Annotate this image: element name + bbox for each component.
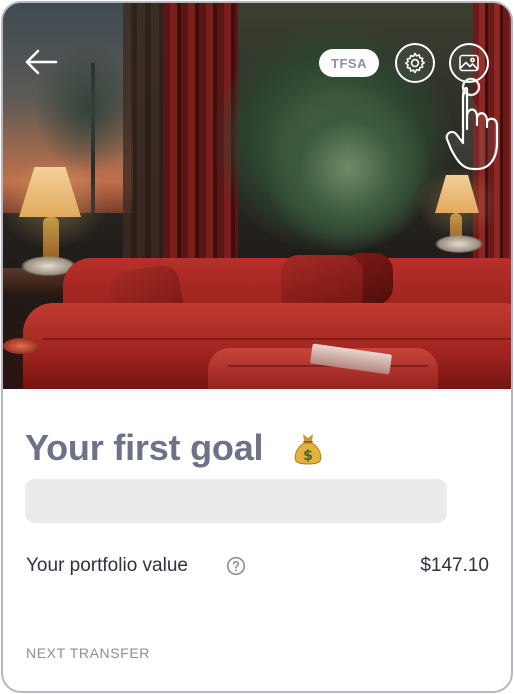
portfolio-value-amount: $147.10 [420,555,489,576]
flowers [435,235,483,253]
indoor-palm [263,83,433,253]
goal-title: Your first goal [25,427,264,468]
account-type-label: TFSA [331,55,367,71]
portfolio-value-label: Your portfolio value [26,555,188,576]
goal-progress-bar [25,479,447,523]
question-circle-icon[interactable] [226,556,246,576]
fruit-bowl [3,338,39,354]
money-bag-icon: $ [294,434,322,465]
image-icon [459,54,479,72]
gear-icon [405,52,425,74]
account-type-badge: TFSA [319,49,379,77]
back-button[interactable] [23,47,59,77]
change-image-button[interactable] [449,43,489,83]
next-transfer-label: NEXT TRANSFER [26,645,150,661]
goal-card: TFSA Your first goal $ Your portfolio va… [1,1,513,693]
arrow-left-icon [25,49,58,75]
cushion-seam [43,338,511,340]
hero-background-photo [3,3,511,389]
settings-button[interactable] [395,43,435,83]
svg-text:$: $ [303,448,313,464]
